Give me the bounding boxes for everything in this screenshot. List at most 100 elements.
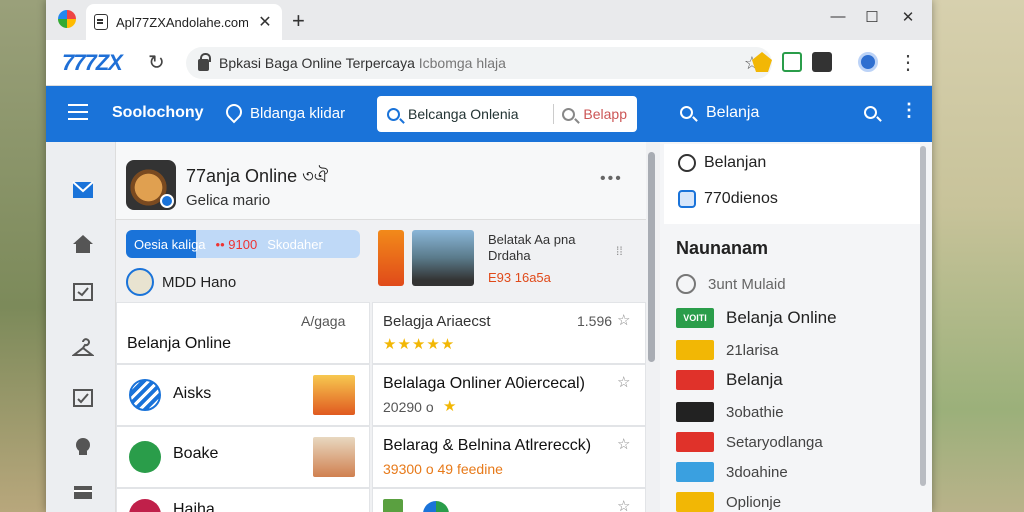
product-card[interactable]: Belarag & Belnina Atlrerecck) 39300 o 49… (372, 426, 646, 488)
panel-search-button-icon[interactable] (864, 106, 877, 119)
search-box[interactable]: Belcanga Onlenia Belapp (377, 96, 637, 132)
panel-search-icon[interactable] (680, 106, 693, 119)
panel-list-item[interactable]: Oplionje (676, 492, 781, 512)
panel-list-item[interactable]: Setaryodlanga (676, 432, 823, 452)
panel-list-label: 3unt Mulaid (708, 275, 786, 293)
list-item[interactable]: Aisks (116, 364, 370, 426)
profile-avatar-icon[interactable] (858, 52, 878, 72)
product-rating-count: 1.596 (577, 313, 613, 329)
promo-banner[interactable]: Oesia kaliga •• 9100 Skodaher (126, 230, 360, 258)
search-icon (387, 107, 400, 121)
drag-handle-icon[interactable]: ⁞⁞ (616, 244, 623, 258)
extension-home-icon[interactable] (782, 52, 802, 72)
home-icon[interactable] (72, 234, 94, 254)
item-title: Belanja Online (127, 335, 232, 352)
browser-tab[interactable]: Apl77ZXAndolahe.com ✕ (86, 4, 282, 40)
browser-menu-icon[interactable]: ⋮ (898, 50, 918, 75)
item-title: Aisks (173, 385, 212, 402)
panel-list-item[interactable]: 3doahine (676, 462, 788, 482)
item-title: Boake (173, 445, 219, 462)
url-text[interactable]: Bpkasi Baga Online Terpercaya Icbomga hl… (219, 55, 734, 71)
panel-list-label: 3doahine (726, 463, 788, 481)
panel-section-title: Naunanam (676, 238, 769, 258)
desktop-background-right (932, 0, 1024, 512)
left-sidebar (46, 142, 116, 512)
card-icon[interactable] (72, 482, 94, 502)
panel-card-row[interactable]: Belanjan (678, 154, 766, 172)
list-item[interactable]: Belanja Online A/gaga (116, 302, 370, 364)
category-badge-icon (676, 340, 714, 360)
panel-list-label: Setaryodlanga (726, 433, 823, 451)
product-title: Belarag & Belnina Atlrerecck) (383, 437, 592, 454)
close-window-button[interactable]: ✕ (896, 8, 920, 26)
maximize-button[interactable]: ☐ (860, 8, 884, 26)
item-thumbnail (313, 437, 355, 477)
panel-list-item[interactable]: 3unt Mulaid (676, 274, 786, 294)
featured-title: Belatak Aa pna Drdaha (488, 232, 576, 263)
app-title[interactable]: Soolochony (112, 104, 204, 122)
panel-list-item[interactable]: 21larisa (676, 340, 779, 360)
location-label[interactable]: Bldanga klidar (250, 105, 345, 122)
product-title: Belalaga Onliner A0iercecal) (383, 375, 585, 392)
more-options-icon[interactable]: ••• (600, 170, 623, 188)
verified-badge-icon (160, 194, 174, 208)
product-feed: 77anja Online ৩ঐ Gelica mario ••• Oesia … (116, 142, 646, 512)
reload-button[interactable]: ↻ (148, 50, 165, 75)
hanger-icon[interactable] (72, 338, 94, 358)
hamburger-menu-icon[interactable] (68, 104, 88, 120)
list-item[interactable]: Boake (116, 426, 370, 488)
brand-icon (423, 501, 449, 512)
address-bar[interactable]: Bpkasi Baga Online Terpercaya Icbomga hl… (186, 47, 772, 79)
panel-scrollbar[interactable] (920, 146, 926, 486)
category-badge-icon (676, 432, 714, 452)
featured-product[interactable]: Belatak Aa pna Drdaha E93 16a5a ⁞⁞ (378, 230, 638, 290)
panel-list-item[interactable]: Belanja (676, 370, 783, 390)
page-favicon-icon (94, 14, 108, 30)
search-button[interactable]: Belapp (583, 106, 627, 122)
lock-icon[interactable] (198, 53, 211, 71)
new-tab-button[interactable]: + (292, 8, 305, 34)
browser-logo-icon[interactable] (58, 10, 76, 28)
minimize-button[interactable]: — (826, 8, 850, 25)
store-label: MDD Hano (162, 273, 237, 291)
brand-logo[interactable]: 777ZX (62, 50, 123, 76)
panel-card-label: Belanjan (704, 154, 767, 171)
panel-menu-icon[interactable]: ⋮ (900, 100, 918, 121)
url-main: Bpkasi Baga Online Terpercaya (219, 55, 415, 71)
item-thumbnail (383, 499, 403, 512)
support-icon[interactable] (72, 436, 94, 456)
favorite-icon[interactable]: ☆ (617, 435, 630, 453)
item-title: Haiha (173, 501, 215, 512)
mail-icon[interactable] (72, 180, 94, 200)
panel-list-item[interactable]: 3obathie (676, 402, 784, 422)
category-badge-icon (676, 370, 714, 390)
panel-title[interactable]: Belanja (706, 104, 759, 122)
product-card[interactable]: Belagja Ariaecst 1.596 ☆ ★★★★★ (372, 302, 646, 364)
extension-reader-icon[interactable] (812, 52, 832, 72)
favorite-icon[interactable]: ☆ (617, 373, 630, 391)
shop-title[interactable]: 77anja Online ৩ঐ (186, 162, 328, 193)
promo-value: •• 9100 (215, 236, 258, 252)
category-badge-icon (676, 492, 714, 512)
search-input[interactable]: Belcanga Onlenia (408, 106, 545, 122)
panel-list-item[interactable]: VOITI Belanja Online (676, 308, 837, 328)
favorite-icon[interactable]: ☆ (617, 497, 630, 512)
checklist-icon[interactable] (72, 388, 94, 408)
product-card[interactable]: ☆ (372, 488, 646, 512)
shop-header: 77anja Online ৩ঐ Gelica mario ••• (116, 142, 646, 220)
inbox-icon[interactable] (72, 282, 94, 302)
list-item[interactable]: Haiha (116, 488, 370, 512)
panel-card-row[interactable]: 770dienos (678, 190, 778, 208)
product-price: 39300 o 49 feedine (383, 461, 503, 477)
location-pin-icon[interactable] (222, 100, 246, 124)
search-submit-icon[interactable] (562, 107, 576, 121)
favorite-icon[interactable]: ☆ (617, 311, 630, 329)
main-scrollbar[interactable] (648, 152, 655, 362)
tab-close-icon[interactable]: ✕ (256, 12, 274, 32)
tab-title: Apl77ZXAndolahe.com (116, 14, 248, 30)
store-link[interactable]: MDD Hano (126, 268, 236, 296)
product-card[interactable]: Belalaga Onliner A0iercecal) 20290 o ★ ☆ (372, 364, 646, 426)
check-icon (129, 441, 161, 473)
search-divider (553, 104, 555, 124)
right-panel: Belanja ⋮ Belanjan 770dienos Naunanam 3u… (660, 86, 932, 512)
